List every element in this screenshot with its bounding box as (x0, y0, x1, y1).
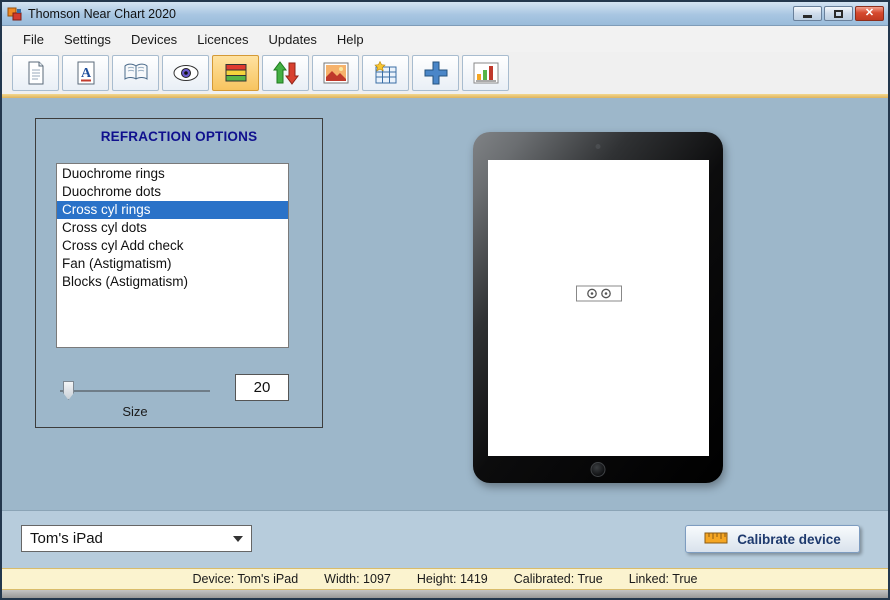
device-select-value: Tom's iPad (30, 530, 103, 547)
image-icon (323, 62, 348, 84)
status-linked: Linked: True (628, 572, 698, 586)
graph-icon (473, 62, 498, 84)
toolbar-button-image[interactable] (312, 55, 359, 91)
size-slider[interactable] (60, 381, 210, 401)
grid-star-icon (373, 60, 396, 83)
window-bottom-frame (2, 590, 888, 598)
refraction-options-panel: REFRACTION OPTIONS Duochrome rings Duoch… (35, 118, 323, 428)
refraction-option[interactable]: Cross cyl Add check (57, 237, 288, 255)
refraction-options-listbox[interactable]: Duochrome rings Duochrome dots Cross cyl… (56, 163, 289, 348)
menu-help[interactable]: Help (328, 28, 373, 51)
size-slider-track (60, 390, 210, 392)
device-preview-ipad (473, 132, 723, 483)
cross-icon (424, 61, 447, 85)
toolbar-button-graph[interactable] (462, 55, 509, 91)
sort-arrows-icon (272, 61, 299, 85)
device-select[interactable]: Tom's iPad (21, 525, 252, 552)
menu-settings[interactable]: Settings (55, 28, 120, 51)
titlebar: Thomson Near Chart 2020 ✕ (2, 2, 888, 26)
calibrate-device-label: Calibrate device (737, 531, 841, 547)
eye-icon (173, 65, 198, 81)
refraction-option[interactable]: Blocks (Astigmatism) (57, 273, 288, 291)
size-value-input[interactable]: 20 (235, 374, 289, 401)
toolbar-button-document[interactable] (12, 55, 59, 91)
ruler-icon (704, 531, 728, 548)
size-slider-thumb[interactable] (63, 381, 74, 400)
refraction-option[interactable]: Duochrome rings (57, 165, 288, 183)
svg-text:A: A (80, 66, 91, 81)
refraction-option[interactable]: Cross cyl rings (57, 201, 288, 219)
toolbar-button-book[interactable] (112, 55, 159, 91)
calibrate-device-button[interactable]: Calibrate device (685, 525, 860, 553)
minimize-button[interactable] (793, 6, 822, 21)
book-icon (124, 63, 147, 80)
home-button (590, 462, 606, 477)
app-icon (7, 6, 23, 22)
close-button[interactable]: ✕ (855, 6, 884, 21)
maximize-icon (834, 9, 843, 18)
menu-bar: File Settings Devices Licences Updates H… (2, 26, 888, 52)
camera-dot (595, 144, 601, 149)
menu-file[interactable]: File (14, 28, 53, 51)
refraction-option[interactable]: Fan (Astigmatism) (57, 255, 288, 273)
minimize-icon (803, 15, 812, 18)
close-icon: ✕ (864, 7, 875, 19)
status-device: Device: Tom's iPad (192, 572, 299, 586)
menu-updates[interactable]: Updates (260, 28, 326, 51)
menu-devices[interactable]: Devices (122, 28, 186, 51)
toolbar: A (2, 52, 888, 94)
device-screen (488, 160, 709, 456)
panel-title: REFRACTION OPTIONS (100, 129, 258, 144)
duochrome-bars-icon (225, 64, 246, 82)
size-label: Size (122, 404, 148, 419)
toolbar-button-cross[interactable] (412, 55, 459, 91)
toolbar-button-sort-arrows[interactable] (262, 55, 309, 91)
menu-licences[interactable]: Licences (188, 28, 257, 51)
device-bar: Tom's iPad Calibrate device (2, 510, 888, 568)
font-icon: A (77, 61, 94, 85)
cross-cyl-rings-target (575, 285, 622, 307)
window-title: Thomson Near Chart 2020 (28, 6, 176, 21)
toolbar-button-eye[interactable] (162, 55, 209, 91)
status-width: Width: 1097 (324, 572, 391, 586)
toolbar-button-grid-star[interactable] (362, 55, 409, 91)
app-window: Thomson Near Chart 2020 ✕ File Settings … (0, 0, 890, 600)
document-icon (28, 61, 43, 85)
main-area: REFRACTION OPTIONS Duochrome rings Duoch… (2, 98, 888, 510)
maximize-button[interactable] (824, 6, 853, 21)
toolbar-button-duochrome-bars[interactable] (212, 55, 259, 91)
status-bar: Device: Tom's iPad Width: 1097 Height: 1… (2, 568, 888, 590)
status-calibrated: Calibrated: True (513, 572, 603, 586)
status-height: Height: 1419 (416, 572, 488, 586)
toolbar-button-font[interactable]: A (62, 55, 109, 91)
refraction-option[interactable]: Duochrome dots (57, 183, 288, 201)
chevron-down-icon (233, 535, 243, 542)
refraction-option[interactable]: Cross cyl dots (57, 219, 288, 237)
